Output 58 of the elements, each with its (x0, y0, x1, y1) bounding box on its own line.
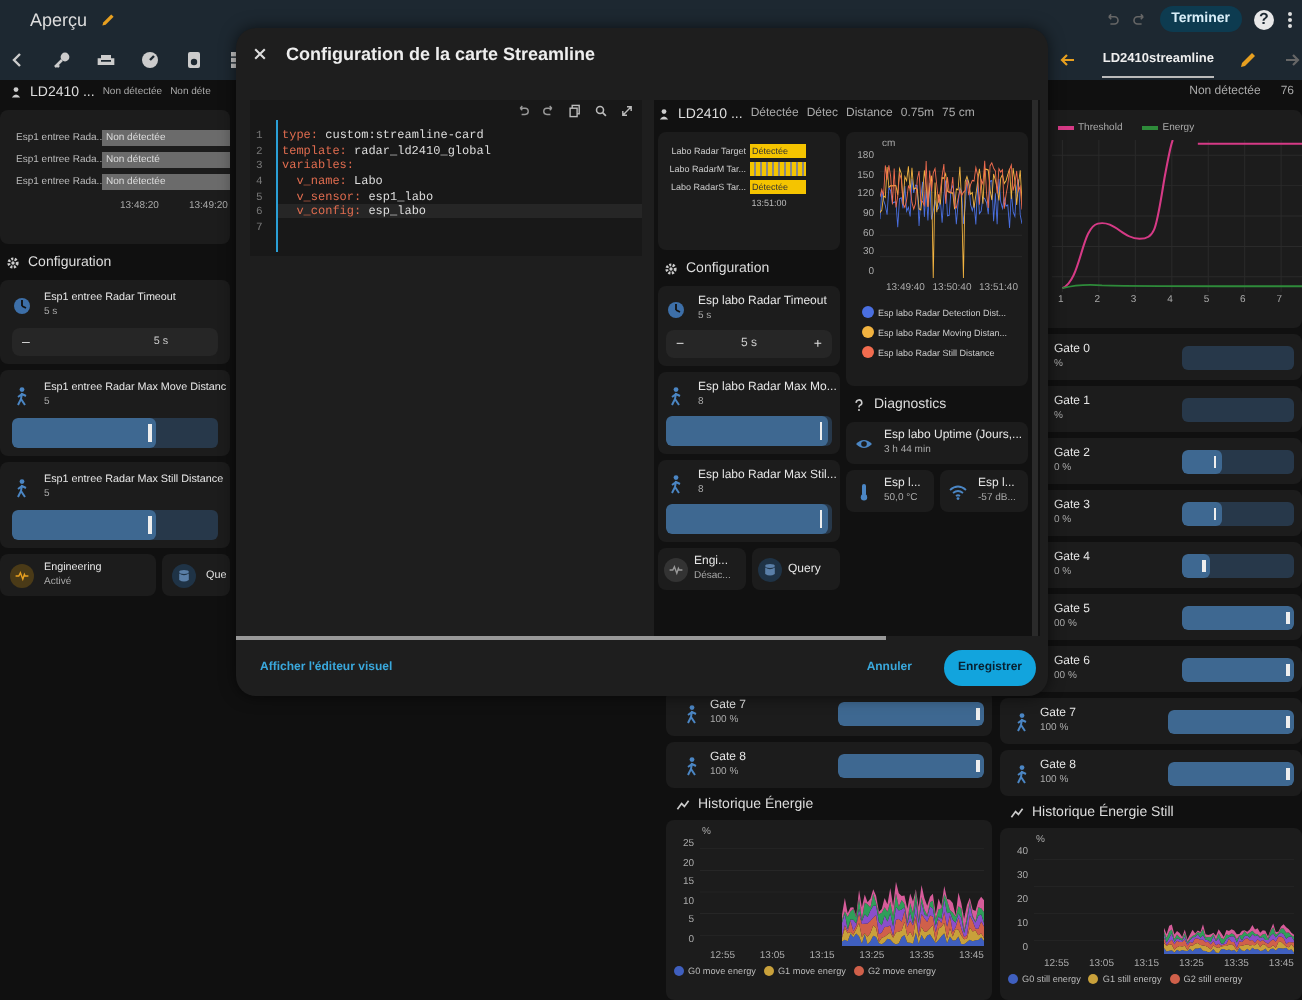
undo-icon[interactable] (1103, 11, 1120, 27)
close-icon[interactable] (252, 46, 268, 62)
walking-person-icon (682, 755, 702, 775)
slider-track[interactable] (1182, 449, 1294, 473)
state-segment (750, 162, 806, 176)
walking-person-icon (682, 703, 702, 723)
arrow-right-icon[interactable] (1282, 49, 1302, 69)
slider-fill[interactable] (12, 418, 157, 448)
help-button[interactable]: ? (1254, 9, 1274, 29)
pencil-icon[interactable] (99, 11, 116, 27)
speaker-icon[interactable] (184, 49, 204, 69)
timer-icon (12, 295, 32, 315)
trend-icon (676, 797, 690, 811)
walking-person-icon (1012, 763, 1032, 783)
slider-fill[interactable] (1182, 501, 1222, 525)
gear-icon (664, 261, 678, 275)
slider-track[interactable] (1168, 761, 1294, 785)
slider-track[interactable] (838, 753, 984, 777)
arrow-left-icon[interactable] (1058, 49, 1079, 69)
redo-icon[interactable] (542, 103, 556, 117)
slider-track[interactable] (838, 701, 984, 725)
database-icon (758, 557, 782, 581)
copy-icon[interactable] (568, 103, 582, 117)
walking-person-icon (1012, 711, 1032, 731)
slider-fill[interactable] (12, 510, 157, 540)
slider-track[interactable] (1168, 709, 1294, 733)
slider-track[interactable] (1182, 657, 1294, 681)
slider-fill[interactable] (1182, 449, 1222, 473)
question-icon (852, 397, 866, 411)
walking-person-icon (666, 385, 686, 405)
more-icon[interactable] (1286, 9, 1294, 29)
key-icon[interactable] (52, 49, 72, 69)
dialog-title: Configuration de la carte Streamline (286, 44, 596, 64)
expand-icon[interactable] (620, 103, 634, 117)
slider-track[interactable] (12, 418, 218, 448)
wifi-icon (948, 481, 968, 501)
undo-icon[interactable] (516, 103, 530, 117)
slider-track[interactable] (1182, 605, 1294, 629)
timer-icon (666, 299, 686, 319)
gear-icon (6, 255, 20, 269)
walking-person-icon (666, 473, 686, 493)
search-icon[interactable] (594, 103, 608, 117)
slider-track[interactable] (1182, 345, 1294, 369)
database-icon (172, 563, 196, 587)
slider-track[interactable] (1182, 553, 1294, 577)
walking-person-icon (12, 477, 32, 497)
trend-icon (1010, 805, 1024, 819)
person-icon (10, 86, 22, 98)
slider-track[interactable] (1182, 501, 1294, 525)
redo-icon[interactable] (1131, 11, 1148, 27)
slider-fill[interactable] (1182, 553, 1210, 577)
person-icon (658, 108, 670, 120)
page-title: Aperçu (30, 9, 88, 29)
walking-person-icon (12, 385, 32, 405)
gauge-icon[interactable] (140, 49, 160, 69)
slider-track[interactable] (1182, 397, 1294, 421)
pencil-icon[interactable] (1238, 49, 1258, 69)
slider-track[interactable] (12, 510, 218, 540)
